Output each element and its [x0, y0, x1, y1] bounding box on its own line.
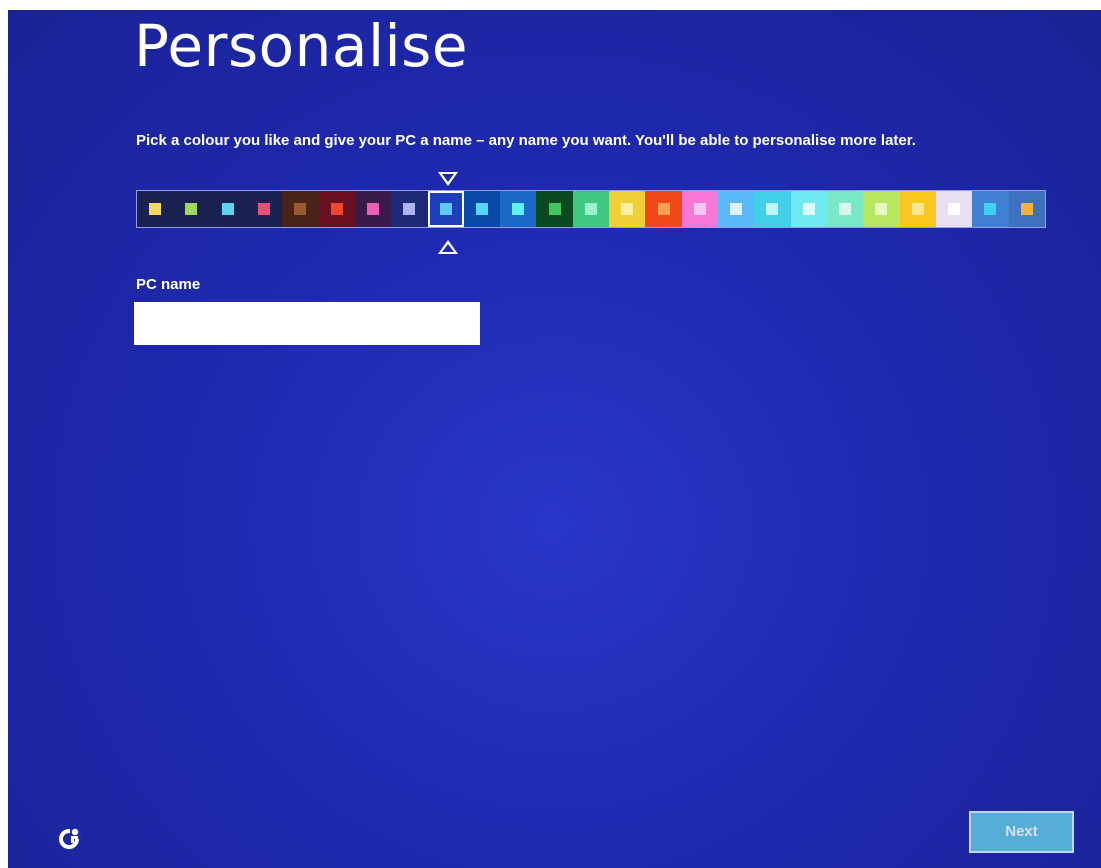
colour-swatch[interactable] [790, 191, 827, 227]
colour-swatch-chip [802, 203, 815, 215]
colour-swatch[interactable] [500, 191, 537, 227]
colour-swatch-chip [584, 203, 597, 215]
ease-of-access-button[interactable] [56, 824, 84, 852]
colour-swatch[interactable] [318, 191, 355, 227]
page-instructions: Pick a colour you like and give your PC … [136, 132, 916, 149]
colour-swatch-chip [258, 203, 271, 215]
colour-picker [136, 168, 1048, 258]
colour-swatch-chip [185, 203, 198, 215]
colour-swatch[interactable] [427, 191, 464, 227]
colour-swatch[interactable] [536, 191, 573, 227]
colour-swatch[interactable] [972, 191, 1009, 227]
selection-marker-top-icon [438, 172, 458, 186]
colour-swatch[interactable] [826, 191, 864, 227]
colour-swatch-chip [693, 203, 706, 215]
colour-swatch-chip [875, 203, 888, 215]
colour-swatch-chip [475, 203, 488, 215]
colour-strip[interactable] [136, 190, 1046, 228]
colour-swatch[interactable] [754, 191, 791, 227]
colour-swatch[interactable] [245, 191, 283, 227]
colour-swatch-chip [911, 203, 924, 215]
colour-swatch-chip [512, 203, 525, 215]
pc-name-label: PC name [136, 276, 201, 293]
colour-swatch[interactable] [463, 191, 501, 227]
colour-swatch-chip [403, 203, 416, 215]
colour-swatch-chip [221, 203, 234, 215]
colour-swatch[interactable] [609, 191, 646, 227]
colour-swatch-chip [330, 203, 343, 215]
colour-swatch-chip [766, 203, 779, 215]
colour-swatch[interactable] [391, 191, 428, 227]
page-title: Personalise [134, 12, 469, 80]
next-button[interactable]: Next [969, 811, 1074, 853]
colour-swatch[interactable] [209, 191, 246, 227]
colour-swatch-chip [149, 203, 162, 215]
selection-marker-bottom-icon [438, 240, 458, 254]
colour-swatch-chip [839, 203, 852, 215]
colour-swatch[interactable] [681, 191, 718, 227]
colour-swatch[interactable] [863, 191, 900, 227]
colour-swatch-chip [367, 203, 380, 215]
colour-swatch[interactable] [645, 191, 682, 227]
colour-swatch-chip [439, 203, 452, 215]
colour-swatch[interactable] [354, 191, 392, 227]
colour-swatch[interactable] [935, 191, 973, 227]
colour-swatch[interactable] [718, 191, 755, 227]
colour-swatch-chip [730, 203, 743, 215]
colour-swatch[interactable] [173, 191, 210, 227]
colour-swatch[interactable] [137, 191, 174, 227]
setup-screen: Personalise Pick a colour you like and g… [8, 10, 1101, 868]
colour-swatch-chip [294, 203, 307, 215]
colour-swatch[interactable] [282, 191, 319, 227]
colour-swatch[interactable] [572, 191, 610, 227]
ease-of-access-icon [59, 828, 82, 849]
colour-swatch[interactable] [1008, 191, 1045, 227]
pc-name-input[interactable] [134, 302, 480, 345]
colour-swatch-chip [621, 203, 634, 215]
colour-swatch-chip [1020, 203, 1033, 215]
colour-swatch[interactable] [899, 191, 936, 227]
colour-swatch-chip [948, 203, 961, 215]
colour-swatch-chip [548, 203, 561, 215]
colour-swatch-chip [657, 203, 670, 215]
colour-swatch-chip [984, 203, 997, 215]
